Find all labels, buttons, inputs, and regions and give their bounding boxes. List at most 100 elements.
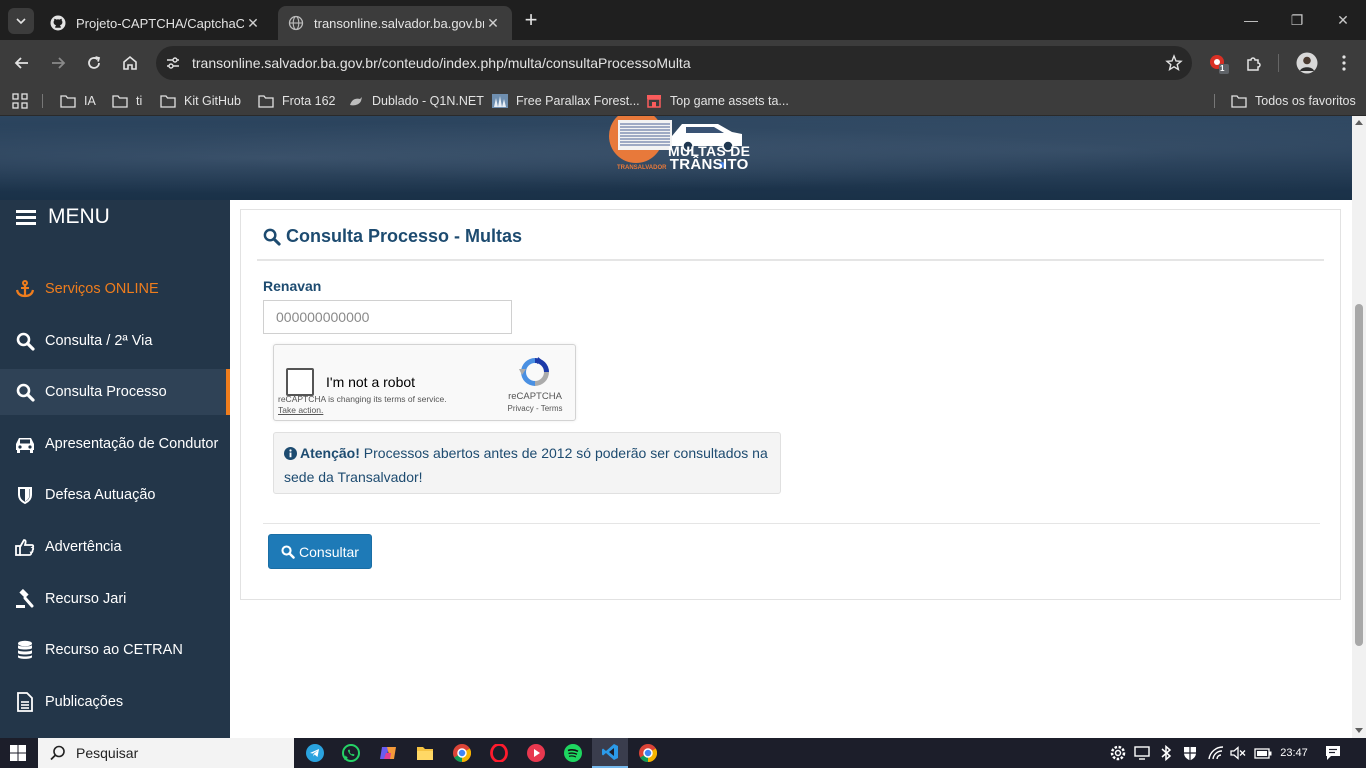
taskbar-chrome[interactable] xyxy=(444,738,480,768)
all-bookmarks-button[interactable]: Todos os favoritos xyxy=(1231,86,1356,116)
puzzle-icon xyxy=(1247,57,1261,71)
sidebar-item-apresentacao-condutor[interactable]: Apresentação de Condutor xyxy=(0,421,230,467)
sidebar-item-servicos-online[interactable]: Serviços ONLINE xyxy=(0,266,230,312)
search-icon xyxy=(263,228,281,246)
recaptcha-label: I'm not a robot xyxy=(326,374,416,390)
bookmark-star-icon[interactable] xyxy=(1156,54,1192,72)
info-icon xyxy=(284,444,297,466)
bookmarks-bar: IA ti Kit GitHub Frota 162 Dublado - Q1N… xyxy=(0,86,1366,116)
sidebar-item-recurso-jari[interactable]: Recurso Jari xyxy=(0,576,230,622)
recaptcha-checkbox[interactable] xyxy=(286,368,314,396)
tab-title: Projeto-CAPTCHA/CaptchaClick xyxy=(76,15,244,31)
taskbar-whatsapp[interactable] xyxy=(333,738,369,768)
scroll-down-arrow[interactable] xyxy=(1355,728,1363,733)
alert-strong: Atenção! xyxy=(300,445,360,461)
menu-toggle[interactable]: MENU xyxy=(16,205,110,228)
recaptcha-privacy-terms-links[interactable]: Privacy - Terms xyxy=(496,404,574,413)
home-button[interactable] xyxy=(118,51,142,75)
folder-icon xyxy=(160,93,176,109)
bookmark-separator xyxy=(1214,94,1215,108)
taskbar-opera[interactable] xyxy=(481,738,517,768)
extension-button[interactable]: 1 xyxy=(1206,51,1230,75)
page-scrollbar[interactable] xyxy=(1352,116,1366,738)
bookmark-folder-kit-github[interactable]: Kit GitHub xyxy=(160,86,241,116)
home-icon xyxy=(123,55,137,70)
close-tab-icon[interactable]: ✕ xyxy=(484,15,502,32)
more-vertical-icon xyxy=(1342,55,1346,71)
scroll-up-arrow[interactable] xyxy=(1355,120,1363,125)
tray-settings[interactable] xyxy=(1108,738,1128,768)
extension-record-icon xyxy=(1210,55,1229,74)
anchor-icon xyxy=(14,278,36,300)
back-button[interactable] xyxy=(10,51,34,75)
browser-tab-transonline[interactable]: transonline.salvador.ba.gov.br/c ✕ xyxy=(278,6,512,40)
shield-icon xyxy=(1184,747,1196,761)
apps-button[interactable] xyxy=(12,86,28,116)
taskbar-media-player[interactable] xyxy=(518,738,554,768)
bookmark-folder-ia[interactable]: IA xyxy=(60,86,96,116)
url-text[interactable]: transonline.salvador.ba.gov.br/conteudo/… xyxy=(190,55,1156,71)
bookmark-parallax-forest[interactable]: Free Parallax Forest... xyxy=(492,86,640,116)
windows-start-icon[interactable] xyxy=(10,745,26,761)
profile-button[interactable] xyxy=(1295,51,1319,75)
extensions-button[interactable] xyxy=(1242,51,1266,75)
address-bar[interactable]: transonline.salvador.ba.gov.br/conteudo/… xyxy=(156,46,1192,80)
tray-network-monitor[interactable] xyxy=(1132,738,1152,768)
taskbar-spotify[interactable] xyxy=(555,738,591,768)
renavan-input[interactable] xyxy=(263,300,512,334)
bookmark-separator xyxy=(42,94,43,108)
sidebar-item-advertencia[interactable]: Advertência xyxy=(0,524,230,570)
sidebar-item-consulta-processo[interactable]: Consulta Processo xyxy=(0,369,230,415)
taskbar-file-explorer[interactable] xyxy=(407,738,443,768)
browser-menu-button[interactable] xyxy=(1332,51,1356,75)
bookmark-label: Dublado - Q1N.NET xyxy=(372,94,484,108)
tray-security[interactable] xyxy=(1180,738,1200,768)
bookmark-folder-frota[interactable]: Frota 162 xyxy=(258,86,336,116)
taskbar-search-box[interactable]: Pesquisar xyxy=(38,738,294,768)
tray-bluetooth[interactable] xyxy=(1156,738,1176,768)
restore-button[interactable]: ❐ xyxy=(1282,8,1312,32)
browser-tab-github[interactable]: Projeto-CAPTCHA/CaptchaClick ✕ xyxy=(40,6,272,40)
recaptcha-take-action-link[interactable]: Take action. xyxy=(278,405,447,416)
consultar-label: Consultar xyxy=(299,543,359,560)
minimize-button[interactable]: — xyxy=(1236,8,1266,32)
page-title-text: Consulta Processo - Multas xyxy=(286,226,523,246)
tray-wifi[interactable] xyxy=(1206,738,1226,768)
browser-tab-bar: Projeto-CAPTCHA/CaptchaClick ✕ transonli… xyxy=(0,0,1366,40)
sidebar-item-consulta-2via[interactable]: Consulta / 2ª Via xyxy=(0,318,230,364)
taskbar-vscode[interactable] xyxy=(592,738,628,768)
tray-volume[interactable] xyxy=(1228,738,1248,768)
sidebar-item-label: Recurso Jari xyxy=(45,591,127,607)
taskbar-copilot[interactable] xyxy=(370,738,406,768)
copilot-icon xyxy=(380,747,396,759)
bookmark-game-assets[interactable]: Top game assets ta... xyxy=(646,86,789,116)
site-settings-icon[interactable] xyxy=(156,55,190,71)
scrollbar-thumb[interactable] xyxy=(1355,304,1363,646)
consultar-button[interactable]: Consultar xyxy=(268,534,372,569)
logo-subtitle: TRANSALVADOR xyxy=(617,165,667,171)
sidebar-item-recurso-cetran[interactable]: Recurso ao CETRAN xyxy=(0,627,230,673)
tray-notifications[interactable] xyxy=(1322,738,1344,768)
bookmark-folder-ti[interactable]: ti xyxy=(112,86,142,116)
page-viewport: MULTAS DE TRÂNSITO TRANSALVADOR MENU Ser… xyxy=(0,116,1366,738)
sidebar-item-publicacoes[interactable]: Publicações xyxy=(0,679,230,725)
window-close-button[interactable]: ✕ xyxy=(1328,8,1358,32)
sidebar-item-defesa-autuacao[interactable]: Defesa Autuação xyxy=(0,472,230,518)
taskbar-telegram[interactable] xyxy=(297,738,333,768)
reload-button[interactable] xyxy=(82,51,106,75)
bookmark-dublado[interactable]: Dublado - Q1N.NET xyxy=(348,86,484,116)
new-tab-button[interactable]: + xyxy=(520,9,542,32)
avatar xyxy=(1296,52,1318,74)
bookmark-label: Top game assets ta... xyxy=(670,94,789,108)
forward-button[interactable] xyxy=(46,51,70,75)
tab-search-button[interactable] xyxy=(8,8,34,34)
tray-battery[interactable] xyxy=(1252,738,1274,768)
tray-clock[interactable]: 23:47 xyxy=(1276,738,1312,768)
toolbar-divider xyxy=(1278,54,1279,72)
windows-taskbar: Pesquisar 23:47 xyxy=(0,738,1366,768)
taskbar-chrome-alt[interactable] xyxy=(630,738,666,768)
close-tab-icon[interactable]: ✕ xyxy=(244,15,262,32)
reload-icon xyxy=(88,56,101,69)
chrome-icon xyxy=(639,744,657,762)
sidebar-item-label: Defesa Autuação xyxy=(45,487,156,503)
